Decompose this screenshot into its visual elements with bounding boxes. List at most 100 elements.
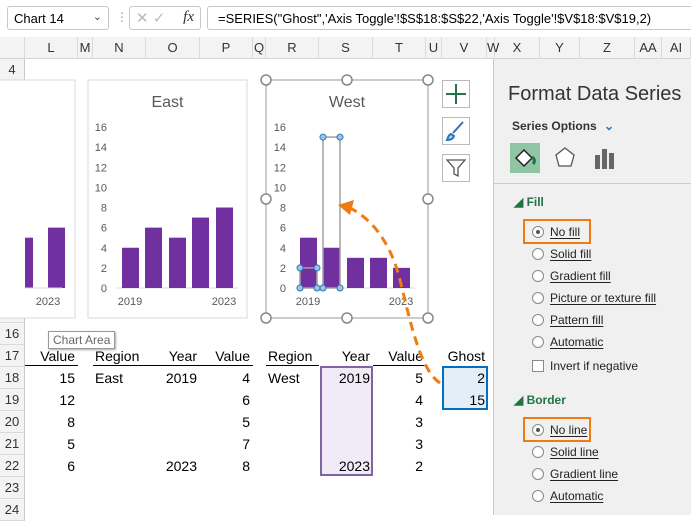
radio-button[interactable]	[532, 270, 544, 282]
radio-button[interactable]	[532, 336, 544, 348]
column-header-AI[interactable]: AI	[662, 37, 691, 59]
cell[interactable]: West	[268, 367, 318, 389]
column-header-X[interactable]: X	[495, 37, 540, 59]
option-label: Gradient fill	[550, 269, 611, 283]
column-header-N[interactable]: N	[93, 37, 146, 59]
column-header-V[interactable]: V	[442, 37, 487, 59]
cell[interactable]	[319, 433, 370, 455]
header-cell[interactable]: Year	[146, 345, 197, 367]
cell[interactable]	[146, 389, 197, 411]
column-header-T[interactable]: T	[373, 37, 426, 59]
cell[interactable]: 3	[373, 411, 423, 433]
chart-filters-button[interactable]	[442, 154, 470, 182]
cell[interactable]: 8	[200, 455, 250, 477]
option-gradient-fill[interactable]: Gradient fill	[532, 267, 611, 285]
header-cell[interactable]: Value	[373, 345, 423, 367]
more-icon: ⋮	[116, 10, 128, 24]
column-header-L[interactable]: L	[25, 37, 78, 59]
header-cell[interactable]: Region	[95, 345, 145, 367]
column-header-AA[interactable]: AA	[635, 37, 662, 59]
cell[interactable]: 2023	[146, 455, 197, 477]
radio-button[interactable]	[532, 446, 544, 458]
checkbox[interactable]	[532, 360, 544, 372]
cell[interactable]: 5	[200, 411, 250, 433]
cell[interactable]: 6	[25, 455, 75, 477]
column-header-M[interactable]: M	[78, 37, 93, 59]
column-header-S[interactable]: S	[319, 37, 373, 59]
cell[interactable]: 7	[200, 433, 250, 455]
cell[interactable]	[319, 389, 370, 411]
cell[interactable]: 8	[25, 411, 75, 433]
cell[interactable]: East	[95, 367, 145, 389]
x-tick-label: 2023	[389, 296, 413, 308]
cell[interactable]: 15	[440, 389, 485, 411]
chart-styles-button[interactable]	[442, 117, 470, 145]
tab-series-options[interactable]	[592, 145, 618, 176]
fx-icon[interactable]: fx	[183, 9, 194, 26]
fill-section[interactable]: ◢ Fill	[514, 195, 544, 209]
header-cell[interactable]: Value	[25, 345, 75, 367]
cell[interactable]: 12	[25, 389, 75, 411]
cell[interactable]: 2	[373, 455, 423, 477]
cell[interactable]: 4	[373, 389, 423, 411]
column-header-W[interactable]: W	[487, 37, 499, 59]
option-solid-line[interactable]: Solid line	[532, 443, 599, 461]
y-tick-label: 4	[101, 243, 107, 255]
cell[interactable]: 5	[25, 433, 75, 455]
header-cell[interactable]: Ghost	[440, 345, 485, 367]
invert-if-negative-checkbox[interactable]: Invert if negative	[532, 357, 638, 375]
column-header-O[interactable]: O	[146, 37, 200, 59]
column-header-Z[interactable]: Z	[580, 37, 635, 59]
cell[interactable]	[146, 411, 197, 433]
column-header-Q[interactable]: Q	[253, 37, 266, 59]
y-tick-label: 2	[101, 263, 107, 275]
option-gradient-line[interactable]: Gradient line	[532, 465, 618, 483]
header-cell[interactable]: Value	[200, 345, 250, 367]
cell[interactable]: 3	[373, 433, 423, 455]
bar	[347, 257, 364, 288]
select-all-corner[interactable]	[0, 37, 25, 59]
y-tick-label: 14	[95, 142, 107, 154]
cell[interactable]: 2	[440, 367, 485, 389]
name-box[interactable]: Chart 14 ⌄	[7, 6, 109, 30]
x-tick-label: 2023	[212, 296, 236, 308]
bar	[216, 207, 233, 288]
cell[interactable]	[146, 433, 197, 455]
column-header-P[interactable]: P	[200, 37, 253, 59]
border-label: Border	[526, 393, 566, 407]
option-pattern-fill[interactable]: Pattern fill	[532, 311, 603, 329]
chart-elements-button[interactable]	[442, 80, 470, 108]
radio-button[interactable]	[532, 248, 544, 260]
series-options-dropdown[interactable]: Series Options ⌄	[512, 119, 614, 133]
radio-button[interactable]	[532, 468, 544, 480]
cell[interactable]: 2023	[319, 455, 370, 477]
y-tick-label: 4	[280, 243, 286, 255]
column-header-R[interactable]: R	[266, 37, 319, 59]
cell[interactable]: 5	[373, 367, 423, 389]
radio-button[interactable]	[532, 490, 544, 502]
cell[interactable]: 4	[200, 367, 250, 389]
cell[interactable]	[319, 411, 370, 433]
column-header-Y[interactable]: Y	[540, 37, 580, 59]
cell[interactable]: 6	[200, 389, 250, 411]
tab-fill-line[interactable]	[510, 143, 540, 173]
chevron-down-icon[interactable]: ⌄	[93, 10, 102, 23]
tab-effects[interactable]	[552, 145, 578, 176]
cell[interactable]: 2019	[319, 367, 370, 389]
header-cell[interactable]: Year	[319, 345, 370, 367]
brush-icon	[445, 121, 464, 142]
header-cell[interactable]: Region	[268, 345, 318, 367]
cell[interactable]: 2019	[146, 367, 197, 389]
radio-button[interactable]	[532, 314, 544, 326]
radio-button[interactable]	[532, 292, 544, 304]
option-picture-or-texture-fill[interactable]: Picture or texture fill	[532, 289, 656, 307]
formula-input[interactable]: =SERIES("Ghost",'Axis Toggle'!$S$18:$S$2…	[207, 6, 691, 30]
option-solid-fill[interactable]: Solid fill	[532, 245, 591, 263]
border-section[interactable]: ◢ Border	[514, 393, 566, 407]
option-automatic[interactable]: Automatic	[532, 333, 603, 351]
check-icon[interactable]: ✓	[153, 10, 166, 27]
cell[interactable]: 15	[25, 367, 75, 389]
x-icon[interactable]: ✕	[136, 10, 149, 27]
column-header-U[interactable]: U	[426, 37, 442, 59]
option-automatic[interactable]: Automatic	[532, 487, 603, 505]
